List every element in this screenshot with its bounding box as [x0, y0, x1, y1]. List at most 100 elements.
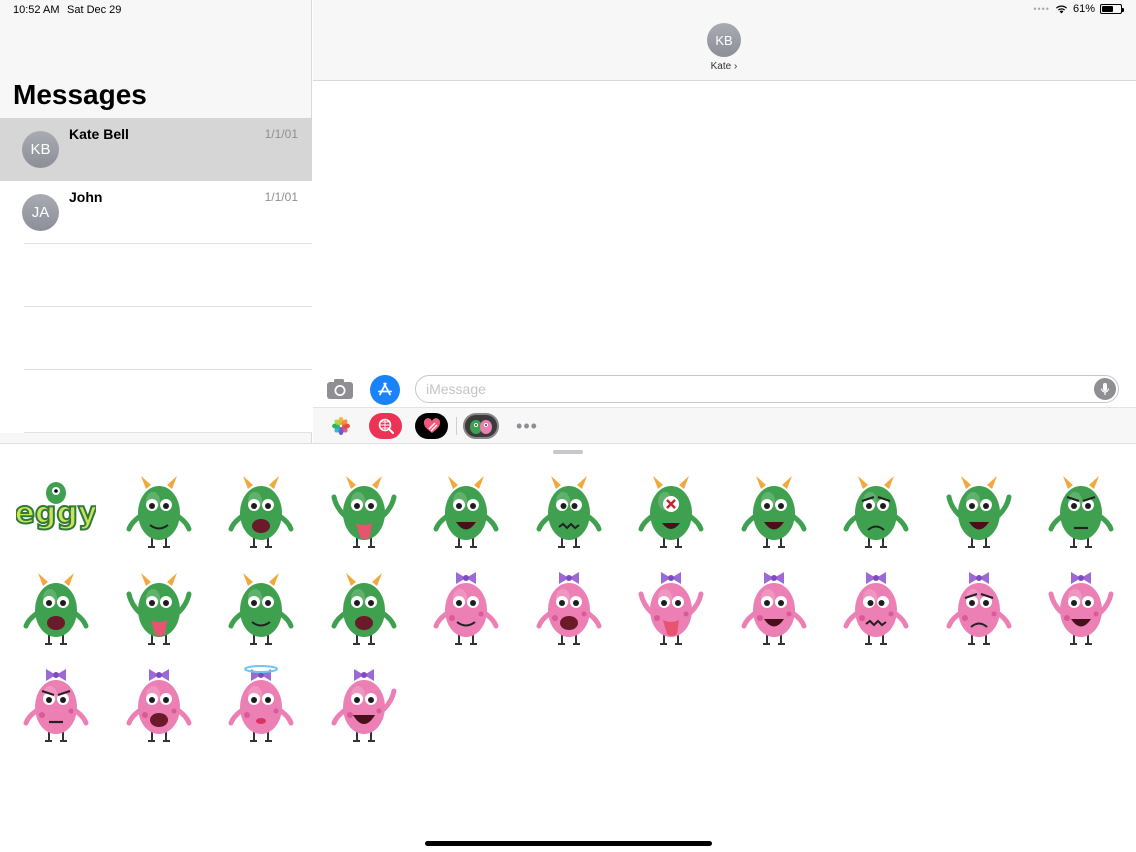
sticker-pink-monster-thumbs[interactable] [324, 665, 404, 745]
sticker-pink-monster-shout[interactable] [119, 665, 199, 745]
sticker-green-monster-tongue[interactable] [324, 471, 404, 551]
conversation-list-pane: Messages KB Kate Bell 1/1/01 JA John 1/1… [0, 0, 312, 443]
sticker-pink-monster-sad[interactable] [939, 568, 1019, 648]
monster-sticker-icon [741, 572, 806, 645]
conversation-row-kate-bell[interactable]: KB Kate Bell 1/1/01 [0, 118, 312, 181]
monster-sticker-icon: eggy [14, 482, 99, 532]
camera-icon [327, 379, 353, 399]
more-apps-button[interactable]: ••• [513, 413, 541, 439]
avatar: JA [22, 194, 59, 231]
globe-search-icon [378, 418, 394, 434]
empty-row [0, 370, 312, 433]
sticker-green-monster-eggy-text[interactable]: eggy [14, 471, 99, 551]
drag-handle[interactable] [553, 450, 583, 454]
monster-sticker-icon [433, 572, 499, 645]
sticker-green-monster-shout[interactable] [324, 568, 404, 648]
monster-sticker-icon [23, 669, 89, 742]
heart-icon [423, 418, 440, 433]
status-time: 10:52 AM [13, 4, 60, 16]
sticker-green-monster-smile[interactable] [221, 568, 301, 648]
sticker-green-monster-wink[interactable] [426, 471, 506, 551]
digital-touch-app-button[interactable] [415, 413, 448, 439]
monster-sticker-icon [1048, 476, 1114, 548]
monster-sticker-icon [331, 669, 396, 742]
monster-sticker-icon [843, 572, 909, 645]
empty-row [0, 244, 312, 307]
app-store-button[interactable] [370, 375, 400, 405]
monster-sticker-icon [23, 573, 89, 645]
conversation-name: Kate Bell [69, 126, 129, 142]
sticker-green-monster-cheer[interactable] [939, 471, 1019, 551]
battery-icon [1100, 4, 1124, 14]
monster-sticker-icon [536, 476, 601, 548]
app-drawer: ••• [313, 407, 1136, 443]
monster-sticker-icon [126, 669, 191, 742]
sticker-green-monster-sad[interactable] [836, 471, 916, 551]
sticker-pink-monster-halo[interactable] [221, 665, 301, 745]
monster-sticker-icon [843, 476, 909, 548]
multitasking-dots-icon: •••• [1033, 4, 1050, 14]
image-search-app-button[interactable] [369, 413, 402, 439]
sticker-green-monster-smile[interactable] [119, 471, 199, 551]
sticker-green-monster-tongue[interactable] [119, 568, 199, 648]
sticker-green-monster-yell[interactable] [16, 568, 96, 648]
status-bar: 10:52 AM Sat Dec 29 •••• 61% [0, 0, 1136, 20]
monster-sticker-icon [638, 476, 704, 548]
monster-sticker-icon [331, 476, 396, 548]
sticker-pink-monster-cheer[interactable] [1041, 568, 1121, 648]
sticker-pink-monster-smile[interactable] [426, 568, 506, 648]
monster-sticker-icon [1048, 572, 1114, 645]
photos-app-button[interactable] [329, 413, 353, 439]
page-title: Messages [13, 79, 147, 110]
sticker-panel: eggy [0, 443, 1136, 852]
sticker-pink-monster-shout[interactable] [529, 568, 609, 648]
avatar: KB [22, 131, 59, 168]
contact-avatar[interactable]: KB [707, 23, 741, 57]
sticker-pink-monster-grin[interactable] [734, 568, 814, 648]
battery-percent: 61% [1072, 3, 1095, 15]
contact-name-button[interactable]: Kate › [693, 61, 755, 72]
contact-name: Kate [710, 61, 732, 72]
app-store-icon [378, 382, 392, 396]
status-right: •••• 61% [1033, 3, 1124, 15]
divider [456, 417, 457, 435]
monster-sticker-icon [638, 572, 704, 645]
monster-sticker-icon [126, 476, 191, 548]
svg-text:eggy: eggy [16, 496, 96, 531]
monster-sticker-icon [228, 573, 294, 645]
conversation-row-john[interactable]: JA John 1/1/01 [0, 181, 312, 244]
sticker-pink-monster-tongue[interactable] [631, 568, 711, 648]
sticker-green-monster-angry[interactable] [1041, 471, 1121, 551]
conversation-list: KB Kate Bell 1/1/01 JA John 1/1/01 [0, 118, 312, 433]
wifi-icon [1055, 5, 1067, 14]
conversation-date: 1/1/01 [264, 190, 298, 204]
chevron-right-icon: › [734, 61, 738, 72]
monster-sticker-icon [228, 665, 294, 742]
sticker-green-monster-eyepatch[interactable] [631, 471, 711, 551]
microphone-icon [1100, 383, 1110, 395]
monster-sticker-icon [470, 420, 492, 434]
battery-fill [1102, 6, 1113, 12]
monster-sticker-icon [126, 573, 191, 645]
sticker-green-monster-dizzy[interactable] [529, 471, 609, 551]
camera-button[interactable] [326, 378, 354, 400]
monster-sticker-app-button[interactable] [463, 413, 499, 439]
microphone-button[interactable] [1094, 378, 1116, 400]
more-icon: ••• [516, 415, 538, 436]
compose-bar [313, 369, 1136, 409]
sticker-green-monster-grin[interactable] [734, 471, 814, 551]
divider [24, 432, 312, 433]
photos-icon [332, 417, 350, 435]
conversation-date: 1/1/01 [264, 127, 298, 141]
home-indicator[interactable] [425, 841, 712, 846]
conversation-name: John [69, 189, 103, 205]
monster-sticker-icon [741, 476, 806, 548]
monster-sticker-icon [433, 476, 499, 548]
sticker-green-monster-shout[interactable] [221, 471, 301, 551]
status-date: Sat Dec 29 [67, 4, 122, 16]
sticker-pink-monster-angry[interactable] [16, 665, 96, 745]
sticker-pink-monster-dizzy[interactable] [836, 568, 916, 648]
monster-sticker-icon [331, 573, 396, 645]
imessage-input[interactable] [415, 375, 1119, 403]
monster-sticker-icon [228, 476, 294, 548]
